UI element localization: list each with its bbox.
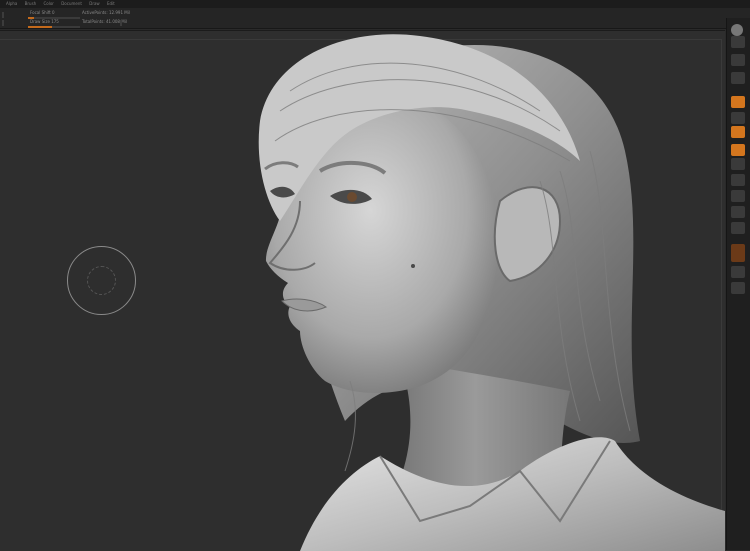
top-toolbar: Focal Shift 0 Draw Size 175 ActivePoints…	[0, 8, 750, 29]
menu-bar: Alpha Brush Color Document Draw Edit	[0, 0, 750, 8]
move-icon[interactable]	[731, 222, 745, 234]
menu-item-brush[interactable]: Brush	[25, 0, 37, 8]
bpr-icon[interactable]	[731, 36, 745, 48]
brush-focal-ring	[87, 266, 116, 295]
right-shelf	[726, 18, 750, 550]
toolbar-handle-3[interactable]	[120, 20, 122, 26]
active-points-readout: ActivePoints: 12.991 Mil	[82, 10, 130, 15]
scroll-icon[interactable]	[731, 72, 745, 84]
persp-icon[interactable]	[731, 144, 745, 156]
draw-size-label: Draw Size 175	[30, 19, 59, 24]
zoom-icon[interactable]	[731, 96, 745, 108]
aahalf-icon[interactable]	[731, 126, 745, 138]
floor-icon[interactable]	[731, 158, 745, 170]
focal-shift-label: Focal Shift 0	[30, 10, 55, 15]
help-icon[interactable]	[731, 24, 743, 36]
xyz-icon[interactable]	[731, 190, 745, 202]
menu-item-document[interactable]: Document	[61, 0, 82, 8]
rotate-icon[interactable]	[731, 266, 745, 278]
canvas-viewport[interactable]	[0, 30, 725, 551]
menu-item-edit[interactable]: Edit	[107, 0, 115, 8]
actual-icon[interactable]	[731, 112, 745, 124]
scale-icon[interactable]	[731, 244, 745, 262]
brush-cursor	[67, 246, 136, 315]
toolbar-handle-2[interactable]	[2, 20, 4, 26]
polyf-icon[interactable]	[731, 282, 745, 294]
iris-right	[347, 192, 357, 202]
spix-icon[interactable]	[731, 54, 745, 66]
menu-item-color[interactable]: Color	[43, 0, 53, 8]
toolbar-handle-1[interactable]	[2, 12, 4, 18]
menu-item-alpha[interactable]: Alpha	[6, 0, 17, 8]
mole	[411, 264, 415, 268]
menu-item-draw[interactable]: Draw	[89, 0, 99, 8]
local-icon[interactable]	[731, 174, 745, 186]
draw-size-fill	[28, 26, 52, 28]
frame-icon[interactable]	[731, 206, 745, 218]
